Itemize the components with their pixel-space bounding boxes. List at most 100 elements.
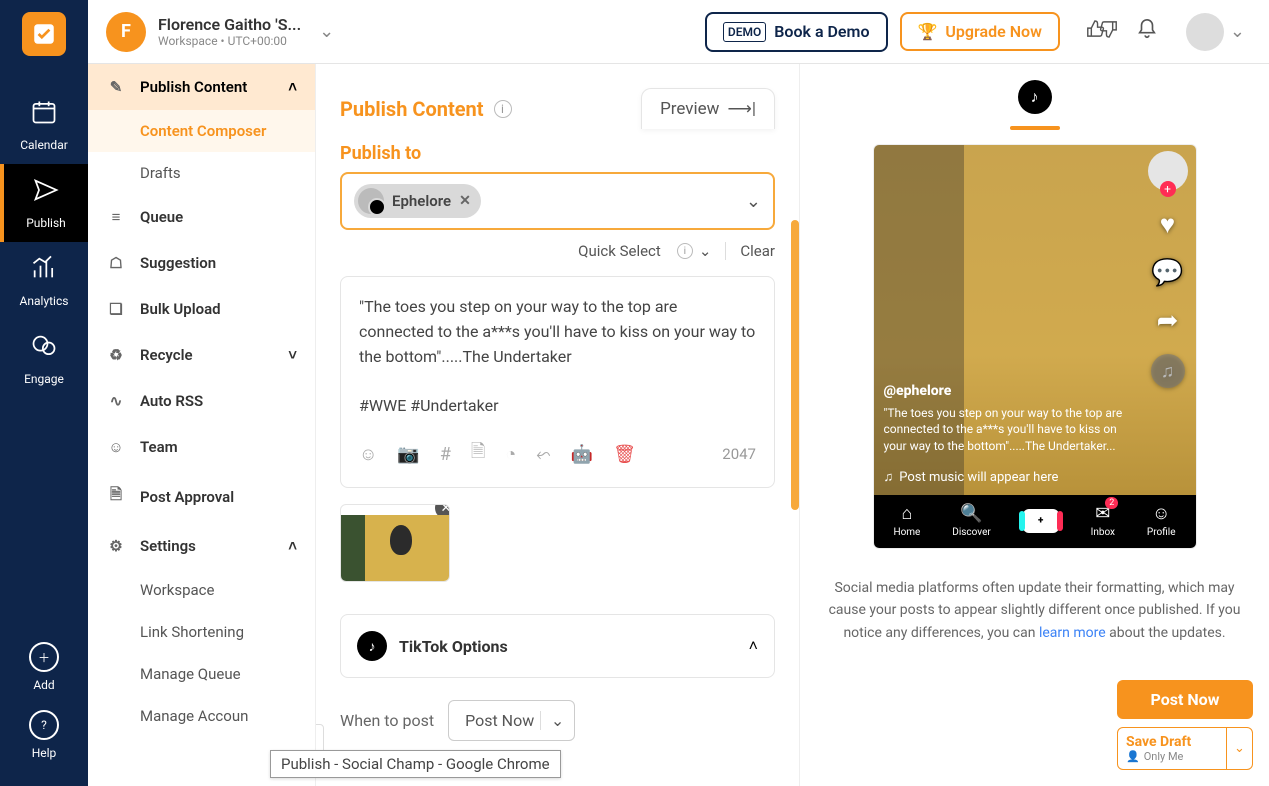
nav-create: + [1023, 509, 1059, 533]
workspace-meta: Workspace • UTC+00:00 [158, 34, 301, 48]
topbar-icons: ⌄ [1086, 13, 1251, 51]
document-icon[interactable]: 🗎 [471, 439, 485, 469]
preview-note: Social media platforms often update thei… [820, 577, 1249, 644]
sidebar-item-settings[interactable]: ⚙Settings˄ [88, 523, 315, 569]
sidebar-label: Post Approval [140, 488, 234, 506]
rail-publish[interactable]: Publish [0, 164, 88, 242]
thumbs-icon[interactable] [1086, 18, 1118, 46]
sidebar-label: Auto RSS [140, 392, 203, 410]
profile-menu[interactable]: ⌄ [1176, 13, 1251, 51]
sidebar-label: Drafts [140, 164, 181, 182]
robot-icon[interactable]: 🤖 [571, 444, 593, 465]
nav-inbox: ✉Inbox [1091, 503, 1115, 538]
sidebar-item-bulk-upload[interactable]: ❏Bulk Upload [88, 286, 315, 332]
sidebar-label: Bulk Upload [140, 300, 221, 318]
remove-account-icon[interactable]: ✕ [459, 193, 471, 209]
sidebar-item-queue[interactable]: ≡Queue [88, 194, 315, 240]
tiktok-icon[interactable]: ♪ [1018, 80, 1052, 114]
sidebar-item-manage-accounts[interactable]: Manage Accoun [88, 695, 315, 737]
send-icon [32, 176, 60, 210]
rail-label: Help [32, 746, 57, 760]
workspace-block[interactable]: Florence Gaitho 'S... Workspace • UTC+00… [158, 15, 301, 48]
post-now-button[interactable]: Post Now [1117, 680, 1253, 719]
chat-icon [30, 332, 58, 366]
nav-profile: ☺Profile [1147, 503, 1176, 538]
rail-help[interactable]: ? Help [0, 704, 88, 766]
person-icon: 👤 [1126, 750, 1140, 763]
sidebar-item-manage-queue[interactable]: Manage Queue [88, 653, 315, 695]
chevron-down-icon[interactable]: ⌄ [746, 191, 761, 212]
sidebar-item-workspace[interactable]: Workspace [88, 569, 315, 611]
sidebar-item-content-composer[interactable]: Content Composer [88, 110, 315, 152]
publish-to-label: Publish to [316, 143, 799, 164]
sidebar-item-drafts[interactable]: Drafts [88, 152, 315, 194]
sidebar-item-link-shortening[interactable]: Link Shortening [88, 611, 315, 653]
bell-icon[interactable] [1136, 18, 1158, 46]
rail-label: Engage [24, 372, 64, 386]
composer: ☺ 📷 # 🗎 ◔ ⬿ 🤖 🗑 2047 [340, 276, 775, 488]
app-logo[interactable] [22, 12, 66, 56]
preview-toggle[interactable]: Preview ⟶| [641, 88, 775, 129]
comment-icon: 💬 [1151, 258, 1183, 288]
sidebar-label: Publish Content [140, 78, 247, 96]
chevron-up-icon: ˄ [288, 537, 297, 555]
sidebar-label: Workspace [140, 581, 214, 599]
plug-icon[interactable]: ⬿ [536, 444, 550, 465]
post-text-input[interactable] [359, 295, 756, 425]
chevron-down-icon: ⌄ [1224, 21, 1251, 42]
preview-caption: "The toes you step on your way to the to… [884, 405, 1126, 455]
tiktok-options[interactable]: ♪ TikTok Options ˄ [340, 614, 775, 678]
clock-icon[interactable]: ◔ [505, 444, 516, 465]
chevron-down-icon: ⌄ [540, 711, 564, 730]
save-draft-button[interactable]: Save Draft 👤Only Me ⌄ [1117, 727, 1253, 770]
media-thumbnail[interactable]: ✕ [340, 504, 450, 582]
quick-select-button[interactable]: Quick Selecti⌄ [578, 242, 711, 260]
calendar-icon [30, 98, 58, 132]
upgrade-button[interactable]: 🏆 Upgrade Now [900, 12, 1060, 51]
phone-preview: ♥ 💬 ➦ ♫ @ephelore "The toes you step on … [873, 144, 1197, 549]
plus-circle-icon: ＋ [29, 642, 59, 672]
when-to-post-select[interactable]: Post Now ⌄ [448, 700, 575, 741]
share-icon: ➦ [1157, 306, 1179, 336]
account-selector[interactable]: Ephelore ✕ ⌄ [340, 172, 775, 230]
emoji-icon[interactable]: ☺ [359, 444, 377, 465]
preview-avatar-icon [1148, 151, 1188, 191]
visibility-label: Only Me [1144, 750, 1184, 763]
learn-more-link[interactable]: learn more [1039, 625, 1106, 641]
sidebar-label: Content Composer [140, 122, 266, 140]
sidebar-item-team[interactable]: ☺Team [88, 424, 315, 470]
workspace-name: Florence Gaitho 'S... [158, 15, 301, 34]
rail-engage[interactable]: Engage [0, 320, 88, 398]
video-thumb-image [341, 515, 449, 582]
sidebar-item-recycle[interactable]: ♻Recycle˅ [88, 332, 315, 378]
clear-button[interactable]: Clear [740, 242, 775, 260]
workspace-avatar[interactable]: F [106, 12, 146, 52]
trash-icon[interactable]: 🗑 [613, 444, 636, 465]
phone-nav: ⌂Home 🔍Discover + ✉Inbox ☺Profile [874, 495, 1196, 548]
account-avatar-icon [358, 188, 384, 214]
chevron-down-icon[interactable]: ⌄ [1226, 728, 1252, 769]
book-demo-button[interactable]: DEMO Book a Demo [705, 12, 888, 52]
sidebar-section-publish-content[interactable]: ✎ Publish Content ˄ [88, 64, 315, 110]
gear-icon: ⚙ [106, 537, 126, 555]
sidebar-item-post-approval[interactable]: 🗎Post Approval [88, 470, 315, 523]
rail-analytics[interactable]: Analytics [0, 242, 88, 320]
pencil-icon: ✎ [106, 78, 126, 96]
rail-add[interactable]: ＋ Add [0, 636, 88, 698]
home-icon: ⌂ [901, 503, 912, 524]
info-icon[interactable]: i [494, 100, 512, 118]
sidebar-label: Team [140, 438, 178, 456]
sidebar-item-auto-rss[interactable]: ∿Auto RSS [88, 378, 315, 424]
hashtag-icon[interactable]: # [440, 444, 451, 465]
rail-label: Publish [26, 216, 66, 230]
music-note-icon: ♫ [884, 469, 894, 485]
sidebar-item-suggestion[interactable]: ☖Suggestion [88, 240, 315, 286]
heart-icon: ♥ [1160, 209, 1175, 240]
camera-icon[interactable]: 📷 [397, 444, 419, 465]
plus-icon: + [1023, 509, 1059, 533]
preview-label: Preview [660, 99, 719, 119]
workspace-dropdown[interactable]: ⌄ [313, 21, 340, 42]
sidebar-label: Recycle [140, 346, 193, 364]
bookmark-icon: ☖ [106, 254, 126, 272]
rail-calendar[interactable]: Calendar [0, 86, 88, 164]
